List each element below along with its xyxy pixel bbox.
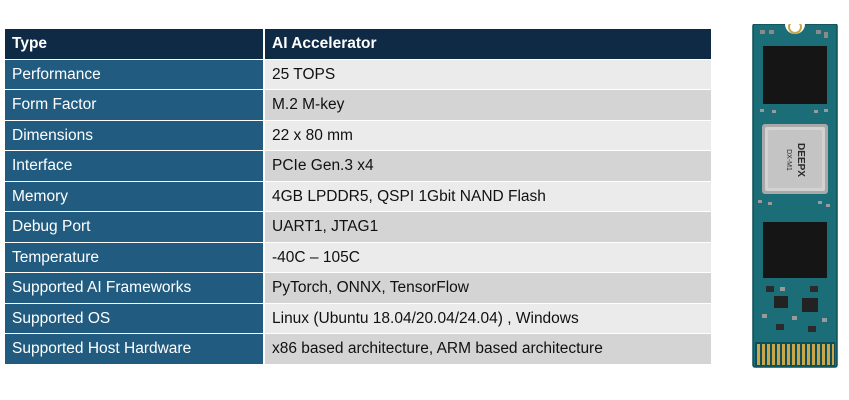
spec-table: Type AI Accelerator Performance 25 TOPS … — [5, 29, 711, 365]
table-row: Interface PCIe Gen.3 x4 — [5, 150, 711, 182]
spec-label: Dimensions — [5, 120, 265, 151]
spec-label: Temperature — [5, 242, 265, 273]
spec-value: 22 x 80 mm — [264, 120, 711, 151]
table-row: Temperature -40C – 105C — [5, 242, 711, 273]
table-row: Performance 25 TOPS — [5, 59, 711, 90]
spec-value: 25 TOPS — [264, 59, 711, 90]
gold-edge-connector — [755, 342, 835, 366]
table-row: Supported Host Hardware x86 based archit… — [5, 333, 711, 365]
spec-label: Interface — [5, 150, 265, 182]
spec-value: PyTorch, ONNX, TensorFlow — [264, 272, 711, 304]
spec-label: Supported OS — [5, 303, 265, 334]
spec-label: Debug Port — [5, 211, 265, 243]
spec-value: PCIe Gen.3 x4 — [264, 150, 711, 182]
table-row: Form Factor M.2 M-key — [5, 89, 711, 121]
spec-label: Supported Host Hardware — [5, 333, 265, 365]
chip-brand-label: DEEPX — [795, 143, 806, 177]
table-header-row: Type AI Accelerator — [5, 29, 711, 60]
spec-label: Form Factor — [5, 89, 265, 121]
header-type-label: Type — [5, 29, 265, 60]
table-row: Supported OS Linux (Ubuntu 18.04/20.04/2… — [5, 303, 711, 334]
spec-value: M.2 M-key — [264, 89, 711, 121]
spec-value: UART1, JTAG1 — [264, 211, 711, 243]
memory-chip-top — [763, 46, 827, 104]
spec-label: Memory — [5, 181, 265, 212]
m2-module-image: DEEPX DX-M1 — [752, 24, 838, 368]
spec-value: -40C – 105C — [264, 242, 711, 273]
table-row: Dimensions 22 x 80 mm — [5, 120, 711, 151]
memory-chip-bottom — [763, 222, 827, 278]
spec-value: Linux (Ubuntu 18.04/20.04/24.04) , Windo… — [264, 303, 711, 334]
table-row: Supported AI Frameworks PyTorch, ONNX, T… — [5, 272, 711, 304]
table-row: Memory 4GB LPDDR5, QSPI 1Gbit NAND Flash — [5, 181, 711, 212]
chip-model-label: DX-M1 — [785, 149, 792, 171]
spec-value: x86 based architecture, ARM based archit… — [264, 333, 711, 365]
table-row: Debug Port UART1, JTAG1 — [5, 211, 711, 243]
spec-value: 4GB LPDDR5, QSPI 1Gbit NAND Flash — [264, 181, 711, 212]
header-type-value: AI Accelerator — [264, 29, 711, 60]
spec-label: Supported AI Frameworks — [5, 272, 265, 304]
spec-label: Performance — [5, 59, 265, 90]
